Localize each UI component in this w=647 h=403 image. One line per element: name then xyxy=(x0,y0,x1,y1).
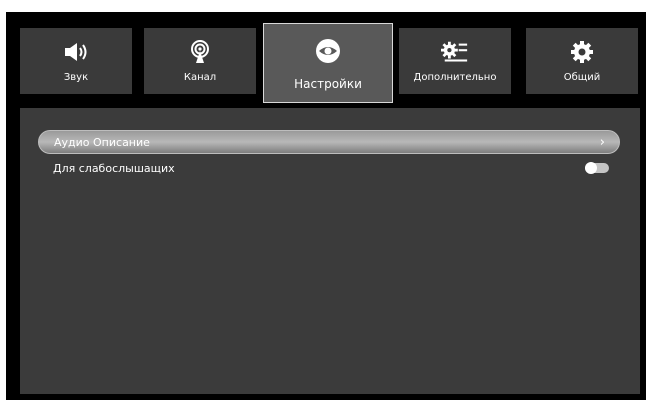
menu-item-label: Для слабослышащих xyxy=(53,161,175,175)
tab-sound[interactable]: Звук xyxy=(20,28,132,94)
chevron-right-icon: › xyxy=(599,134,605,150)
tab-sound-label: Звук xyxy=(63,72,89,83)
menu-item-audio-description[interactable]: Аудио Описание › xyxy=(38,130,620,154)
antenna-icon xyxy=(186,40,214,64)
tab-advanced[interactable]: Дополнительно xyxy=(399,28,511,94)
settings-panel: Аудио Описание › Для слабослышащих xyxy=(20,108,640,394)
menu-item-hard-of-hearing[interactable]: Для слабослышащих xyxy=(38,157,620,179)
tab-advanced-label: Дополнительно xyxy=(413,72,497,83)
tab-general[interactable]: Общий xyxy=(526,28,638,94)
tab-general-label: Общий xyxy=(563,72,601,83)
gear-list-icon xyxy=(441,40,469,64)
tab-channel[interactable]: Канал xyxy=(144,28,256,94)
hard-of-hearing-toggle[interactable] xyxy=(585,162,609,174)
tv-menu-screen: Звук Канал Настройки Дополнительно Общий… xyxy=(6,12,646,400)
tab-settings-label: Настройки xyxy=(294,77,362,91)
tab-channel-label: Канал xyxy=(183,72,217,83)
toggle-knob xyxy=(585,162,597,174)
speaker-icon xyxy=(62,40,90,64)
menu-item-label: Аудио Описание xyxy=(54,135,150,149)
tab-settings[interactable]: Настройки xyxy=(263,23,393,103)
top-tab-bar: Звук Канал Настройки Дополнительно Общий xyxy=(6,12,646,108)
gear-icon xyxy=(568,40,596,64)
eye-icon xyxy=(314,39,342,63)
